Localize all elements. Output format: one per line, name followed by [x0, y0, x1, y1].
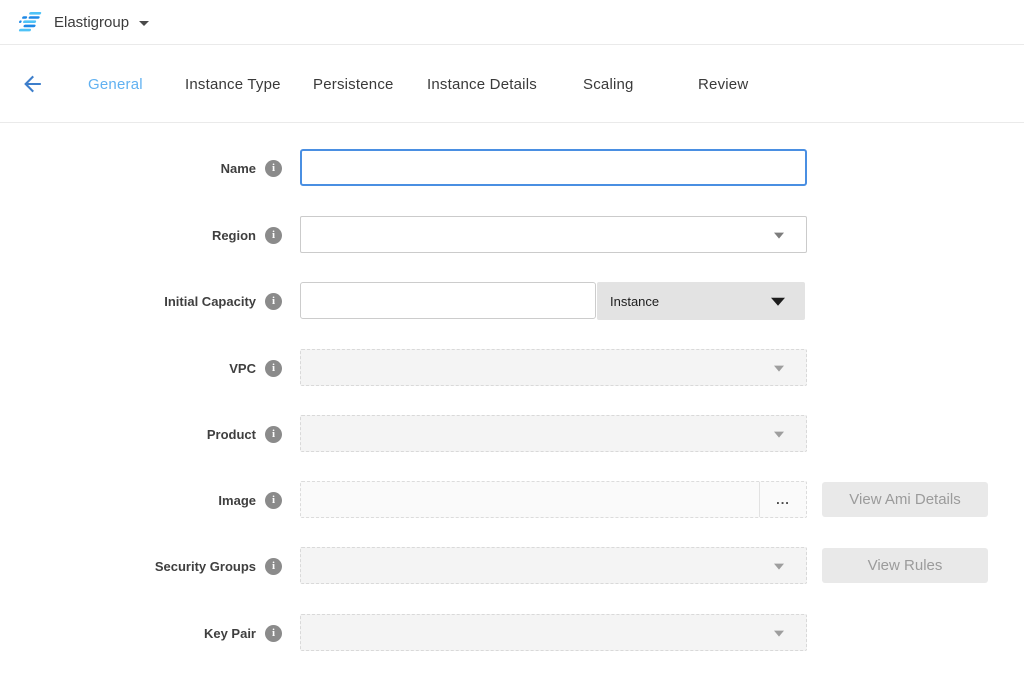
region-select[interactable]: [300, 216, 807, 253]
elastigroup-create-wizard: Elastigroup General Instance Type Persis…: [0, 0, 1024, 688]
vpc-info-icon[interactable]: i: [265, 360, 282, 377]
form-row-vpc: VPC i: [0, 349, 1024, 387]
product-label: Product: [207, 427, 256, 442]
form-row-name: Name i: [0, 149, 1024, 187]
initial-capacity-label: Initial Capacity: [164, 294, 256, 309]
initial-capacity-input[interactable]: [300, 282, 596, 319]
view-rules-button[interactable]: View Rules: [822, 548, 988, 583]
security-groups-select: [300, 547, 807, 584]
vpc-label: VPC: [229, 361, 256, 376]
key-pair-label-group: Key Pair i: [0, 614, 282, 652]
form-row-region: Region i: [0, 216, 1024, 254]
caret-down-icon: [139, 21, 149, 26]
tab-label: Scaling: [583, 76, 634, 93]
caret-down-icon: [774, 431, 784, 437]
image-label-group: Image i: [0, 481, 282, 519]
tab-instance-details[interactable]: Instance Details: [427, 46, 537, 122]
view-ami-details-button[interactable]: View Ami Details: [822, 482, 988, 517]
image-label: Image: [218, 493, 256, 508]
security-groups-label: Security Groups: [155, 559, 256, 574]
capacity-unit-value: Instance: [610, 294, 659, 309]
product-label-group: Product i: [0, 415, 282, 453]
caret-down-icon: [774, 563, 784, 569]
vpc-label-group: VPC i: [0, 349, 282, 387]
tab-scaling[interactable]: Scaling: [583, 46, 634, 122]
caret-down-icon: [774, 365, 784, 371]
key-pair-info-icon[interactable]: i: [265, 625, 282, 642]
form-row-initial-capacity: Initial Capacity i Instance: [0, 282, 1024, 320]
security-groups-label-group: Security Groups i: [0, 547, 282, 585]
region-label-group: Region i: [0, 216, 282, 254]
tab-general[interactable]: General: [88, 46, 143, 122]
tab-label: Instance Details: [427, 76, 537, 93]
wizard-step-nav: General Instance Type Persistence Instan…: [0, 46, 1024, 123]
form-row-product: Product i: [0, 415, 1024, 453]
name-info-icon[interactable]: i: [265, 160, 282, 177]
product-select: [300, 415, 807, 452]
form-row-security-groups: Security Groups i View Rules: [0, 547, 1024, 585]
image-info-icon[interactable]: i: [265, 492, 282, 509]
name-label: Name: [221, 161, 256, 176]
back-button[interactable]: [18, 70, 47, 99]
vpc-select: [300, 349, 807, 386]
caret-down-icon: [774, 630, 784, 636]
product-info-icon[interactable]: i: [265, 426, 282, 443]
image-input: ...: [300, 481, 807, 518]
name-label-group: Name i: [0, 149, 282, 187]
form-row-image: Image i ... View Ami Details: [0, 481, 1024, 519]
tab-label: General: [88, 76, 143, 93]
tab-persistence[interactable]: Persistence: [313, 46, 394, 122]
image-browse-button[interactable]: ...: [759, 482, 806, 517]
app-header: Elastigroup: [0, 0, 1024, 45]
elastigroup-logo-icon: [14, 10, 42, 34]
security-groups-info-icon[interactable]: i: [265, 558, 282, 575]
tab-instance-type[interactable]: Instance Type: [185, 46, 281, 122]
region-label: Region: [212, 228, 256, 243]
initial-capacity-label-group: Initial Capacity i: [0, 282, 282, 320]
caret-down-icon: [771, 298, 785, 306]
tab-review[interactable]: Review: [698, 46, 748, 122]
arrow-back-icon: [20, 72, 45, 97]
capacity-unit-select[interactable]: Instance: [597, 282, 805, 320]
key-pair-label: Key Pair: [204, 626, 256, 641]
app-name: Elastigroup: [54, 14, 129, 31]
form-row-key-pair: Key Pair i: [0, 614, 1024, 652]
tab-label: Instance Type: [185, 76, 281, 93]
tab-label: Persistence: [313, 76, 394, 93]
caret-down-icon: [774, 232, 784, 238]
name-input[interactable]: [300, 149, 807, 186]
key-pair-select: [300, 614, 807, 651]
region-info-icon[interactable]: i: [265, 227, 282, 244]
app-switcher[interactable]: Elastigroup: [54, 14, 149, 31]
initial-capacity-info-icon[interactable]: i: [265, 293, 282, 310]
tab-label: Review: [698, 76, 748, 93]
